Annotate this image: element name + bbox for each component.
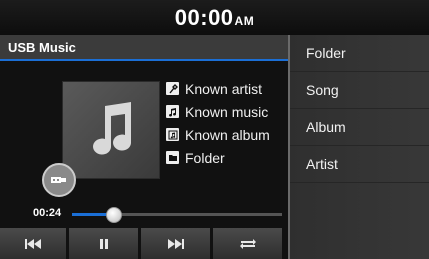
artist-text: Known artist bbox=[185, 80, 263, 97]
folder-icon bbox=[166, 151, 179, 164]
album-text: Known album bbox=[185, 126, 270, 143]
artist-icon bbox=[166, 82, 179, 95]
menu-item-artist[interactable]: Artist bbox=[290, 146, 429, 183]
next-button[interactable] bbox=[141, 228, 210, 259]
album-row: Known album bbox=[166, 123, 270, 146]
header-divider bbox=[0, 59, 288, 61]
playback-controls bbox=[0, 228, 288, 259]
menu-item-album[interactable]: Album bbox=[290, 109, 429, 146]
menu-item-label: Artist bbox=[306, 156, 338, 172]
clock: 00:00AM bbox=[175, 5, 254, 31]
menu-item-label: Song bbox=[306, 82, 339, 98]
repeat-button[interactable] bbox=[213, 228, 282, 259]
usb-icon bbox=[51, 177, 66, 183]
progress-slider-handle[interactable] bbox=[106, 207, 122, 223]
artist-row: Known artist bbox=[166, 77, 270, 100]
previous-button[interactable] bbox=[0, 228, 66, 259]
next-track-icon bbox=[167, 238, 184, 249]
clock-ampm: AM bbox=[234, 13, 255, 28]
song-row: Known music bbox=[166, 100, 270, 123]
menu-item-folder[interactable]: Folder bbox=[290, 35, 429, 72]
previous-track-icon bbox=[25, 238, 41, 249]
folder-row: Folder bbox=[166, 146, 270, 169]
status-bar: 00:00AM bbox=[0, 0, 429, 35]
usb-source-badge bbox=[42, 163, 76, 197]
menu-item-label: Folder bbox=[306, 45, 346, 61]
repeat-icon bbox=[239, 238, 256, 249]
music-note-small-icon bbox=[166, 105, 179, 118]
now-playing-panel: USB Music Known artist Known music Known… bbox=[0, 35, 288, 259]
browse-menu: Folder Song Album Artist bbox=[288, 35, 429, 259]
progress-area: 00:24 bbox=[0, 203, 288, 225]
menu-item-song[interactable]: Song bbox=[290, 72, 429, 109]
track-info: Known artist Known music Known album Fol… bbox=[166, 77, 270, 169]
pause-icon bbox=[99, 238, 108, 249]
clock-time: 00:00 bbox=[174, 4, 234, 30]
album-icon bbox=[166, 128, 179, 141]
pause-button[interactable] bbox=[69, 228, 138, 259]
song-text: Known music bbox=[185, 103, 269, 120]
elapsed-time: 00:24 bbox=[33, 207, 62, 219]
source-title: USB Music bbox=[8, 39, 76, 55]
album-art bbox=[62, 81, 160, 179]
menu-item-label: Album bbox=[306, 119, 346, 135]
music-note-icon bbox=[93, 102, 132, 155]
folder-text: Folder bbox=[185, 149, 225, 166]
progress-track[interactable] bbox=[72, 207, 282, 223]
source-header: USB Music bbox=[0, 35, 288, 59]
